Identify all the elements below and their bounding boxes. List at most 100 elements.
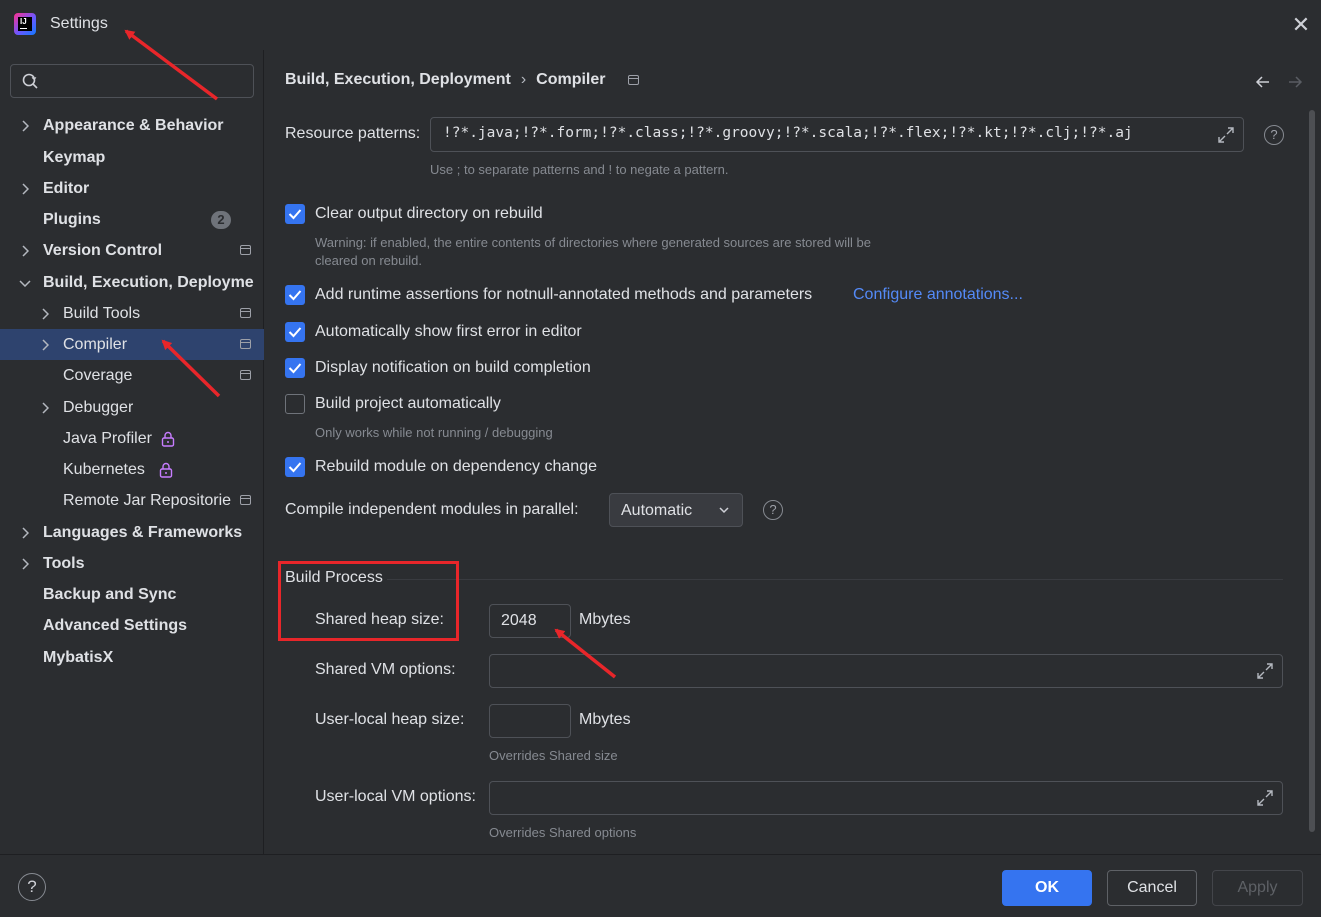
build-automatically-checkbox[interactable] <box>285 394 305 414</box>
runtime-assertions-checkbox[interactable] <box>285 285 305 305</box>
sidebar-item-label: Appearance & Behavior <box>43 117 224 134</box>
sidebar-item-remote-jar-repositories[interactable]: Remote Jar Repositorie <box>0 485 264 516</box>
sidebar-item-label: Coverage <box>63 367 133 384</box>
parallel-compile-select[interactable]: Automatic <box>609 493 743 527</box>
sidebar-item-editor[interactable]: Editor <box>0 173 264 204</box>
shared-heap-value: 2048 <box>501 612 537 629</box>
sidebar-item-label: Compiler <box>63 336 128 353</box>
chevron-right-icon <box>18 548 32 579</box>
parallel-compile-label: Compile independent modules in parallel: <box>285 501 579 518</box>
compiler-settings-panel: Build, Execution, Deployment › Compiler Re… <box>265 50 1321 854</box>
resource-patterns-label: Resource patterns: <box>285 125 421 142</box>
shared-heap-unit: Mbytes <box>579 611 631 628</box>
expand-icon[interactable] <box>1256 789 1274 807</box>
breadcrumb-current: Compiler <box>536 71 606 88</box>
sidebar-item-debugger[interactable]: Debugger <box>0 392 264 423</box>
help-icon[interactable]: ? <box>763 500 783 520</box>
breadcrumb-parent[interactable]: Build, Execution, Deployment <box>285 71 511 88</box>
intellij-logo-icon <box>14 13 36 35</box>
user-heap-hint: Overrides Shared size <box>489 748 618 763</box>
chevron-down-icon <box>719 507 729 514</box>
sidebar-item-keymap[interactable]: Keymap <box>0 142 264 173</box>
user-heap-unit: Mbytes <box>579 711 631 728</box>
search-input[interactable] <box>10 64 254 98</box>
project-level-icon <box>240 339 251 349</box>
ok-button[interactable]: OK <box>1002 870 1092 906</box>
lock-icon <box>159 462 173 478</box>
project-level-icon <box>240 245 251 255</box>
sidebar-item-label: Backup and Sync <box>43 586 177 603</box>
close-icon[interactable]: ✕ <box>1290 14 1312 36</box>
apply-button[interactable]: Apply <box>1212 870 1303 906</box>
user-vm-options-input[interactable] <box>489 781 1283 815</box>
user-heap-input[interactable] <box>489 704 571 738</box>
settings-sidebar: Appearance & Behavior Keymap Editor Plug… <box>0 50 264 854</box>
sidebar-item-kubernetes[interactable]: Kubernetes <box>0 454 264 485</box>
sidebar-item-languages-frameworks[interactable]: Languages & Frameworks <box>0 517 264 548</box>
sidebar-item-label: Keymap <box>43 149 106 166</box>
runtime-assertions-label: Add runtime assertions for notnull-annot… <box>315 286 813 303</box>
sidebar-item-compiler[interactable]: Compiler <box>0 329 264 360</box>
shared-vm-options-input[interactable] <box>489 654 1283 688</box>
expand-icon[interactable] <box>1256 662 1274 680</box>
title-bar: Settings ✕ <box>0 0 1321 50</box>
breadcrumb: Build, Execution, Deployment › Compiler <box>285 71 605 89</box>
section-divider <box>387 579 1283 580</box>
configure-annotations-link[interactable]: Configure annotations... <box>853 286 1023 304</box>
sidebar-item-label: Debugger <box>63 399 134 416</box>
resource-patterns-hint: Use ; to separate patterns and ! to nega… <box>430 162 729 177</box>
build-automatically-label: Build project automatically <box>315 395 501 412</box>
project-level-icon <box>240 370 251 380</box>
forward-arrow-icon <box>1289 76 1303 88</box>
annotation-highlight-box <box>278 561 459 641</box>
sidebar-item-java-profiler[interactable]: Java Profiler <box>0 423 264 454</box>
sidebar-item-label: Remote Jar Repositorie <box>63 492 232 509</box>
show-first-error-checkbox[interactable] <box>285 322 305 342</box>
sidebar-item-build-tools[interactable]: Build Tools <box>0 298 264 329</box>
sidebar-item-appearance-behavior[interactable]: Appearance & Behavior <box>0 110 264 141</box>
cancel-button[interactable]: Cancel <box>1107 870 1197 906</box>
help-button[interactable]: ? <box>18 873 46 901</box>
clear-output-warning: Warning: if enabled, the entire contents… <box>315 235 871 250</box>
sidebar-item-label: Tools <box>43 555 85 572</box>
chevron-right-icon <box>38 392 52 423</box>
clear-output-checkbox[interactable] <box>285 204 305 224</box>
help-icon[interactable]: ? <box>1264 125 1284 145</box>
sidebar-item-coverage[interactable]: Coverage <box>0 360 264 391</box>
sidebar-item-mybatisx[interactable]: MybatisX <box>0 642 264 673</box>
sidebar-item-plugins[interactable]: Plugins 2 <box>0 204 264 235</box>
resource-patterns-input[interactable]: !?*.java;!?*.form;!?*.class;!?*.groovy;!… <box>430 117 1244 152</box>
search-icon <box>22 73 38 89</box>
clear-output-label: Clear output directory on rebuild <box>315 205 543 222</box>
project-level-icon <box>628 75 639 85</box>
chevron-right-icon <box>18 235 32 266</box>
dialog-footer: ? OK Cancel Apply <box>0 854 1321 917</box>
chevron-right-icon <box>18 517 32 548</box>
sidebar-item-label: Build Tools <box>63 305 141 322</box>
shared-heap-input[interactable]: 2048 <box>489 604 571 638</box>
user-vm-label: User-local VM options: <box>315 788 476 805</box>
build-automatically-hint: Only works while not running / debugging <box>315 425 553 440</box>
parallel-compile-value: Automatic <box>621 502 693 519</box>
sidebar-item-label: Build, Execution, Deployme <box>43 274 254 291</box>
sidebar-item-advanced-settings[interactable]: Advanced Settings <box>0 610 264 641</box>
sidebar-item-version-control[interactable]: Version Control <box>0 235 264 266</box>
sidebar-item-label: Version Control <box>43 242 163 259</box>
sidebar-item-label: Kubernetes <box>63 461 145 478</box>
sidebar-item-label: Advanced Settings <box>43 617 188 634</box>
expand-icon[interactable] <box>1217 126 1235 144</box>
display-notification-label: Display notification on build completion <box>315 359 591 376</box>
vertical-scrollbar[interactable] <box>1309 110 1315 832</box>
user-vm-hint: Overrides Shared options <box>489 825 637 840</box>
rebuild-module-checkbox[interactable] <box>285 457 305 477</box>
sidebar-item-label: Plugins <box>43 211 101 228</box>
sidebar-item-tools[interactable]: Tools <box>0 548 264 579</box>
sidebar-item-backup-and-sync[interactable]: Backup and Sync <box>0 579 264 610</box>
project-level-icon <box>240 495 251 505</box>
chevron-right-icon <box>18 110 32 141</box>
breadcrumb-separator: › <box>520 71 527 88</box>
back-arrow-icon[interactable] <box>1253 72 1273 92</box>
shared-vm-label: Shared VM options: <box>315 661 456 678</box>
display-notification-checkbox[interactable] <box>285 358 305 378</box>
sidebar-item-build-execution-deployment[interactable]: Build, Execution, Deployme <box>0 267 264 298</box>
